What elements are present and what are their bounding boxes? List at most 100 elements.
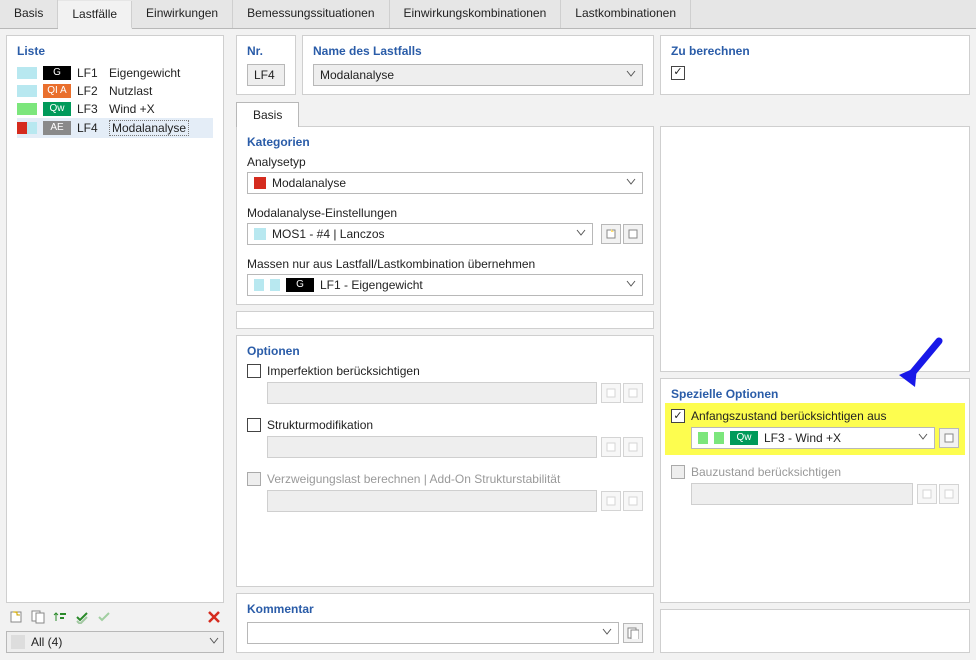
calculate-panel: Zu berechnen <box>660 35 970 95</box>
tab-bemessungssituationen[interactable]: Bemessungssituationen <box>233 0 389 28</box>
tab-einwirkungen[interactable]: Einwirkungen <box>132 0 233 28</box>
optionen-title: Optionen <box>247 344 643 358</box>
analysetyp-value: Modalanalyse <box>272 176 346 190</box>
loadcase-id: LF1 <box>77 66 103 80</box>
new-button[interactable] <box>6 607 26 627</box>
spezielle-title: Spezielle Optionen <box>671 387 959 401</box>
edit-button <box>623 437 643 457</box>
filter-label: All (4) <box>31 635 62 649</box>
mass-source-select[interactable]: G LF1 - Eigengewicht <box>247 274 643 296</box>
chevron-down-icon <box>602 626 612 640</box>
construction-stage-checkbox <box>671 465 685 479</box>
structure-mod-select <box>267 436 597 458</box>
list-item[interactable]: G LF1 Eigengewicht <box>17 64 213 82</box>
name-panel: Name des Lastfalls Modalanalyse <box>302 35 654 95</box>
chevron-down-icon <box>626 176 636 190</box>
swatch-icon <box>17 85 27 97</box>
kommentar-edit-button[interactable] <box>623 623 643 643</box>
list-title: Liste <box>17 44 213 58</box>
list-item[interactable]: AE LF4 Modalanalyse <box>17 118 213 138</box>
calculate-checkbox[interactable] <box>671 66 685 80</box>
top-tab-bar: Basis Lastfälle Einwirkungen Bemessungss… <box>0 0 976 29</box>
kategorien-panel: Kategorien Analysetyp Modalanalyse Modal… <box>236 126 654 305</box>
new-button <box>601 491 621 511</box>
uncheck-all-button[interactable] <box>94 607 114 627</box>
new-button <box>601 383 621 403</box>
swatch-icon <box>27 67 37 79</box>
category-badge: G <box>43 66 71 80</box>
new-settings-button[interactable] <box>601 224 621 244</box>
new-button <box>601 437 621 457</box>
chevron-down-icon <box>626 68 636 82</box>
structure-mod-checkbox[interactable] <box>247 418 261 432</box>
sort-button[interactable] <box>50 607 70 627</box>
delete-button[interactable] <box>204 607 224 627</box>
spezielle-panel: Spezielle Optionen Anfangszustand berück… <box>660 378 970 603</box>
swatch-icon <box>270 279 280 291</box>
calculate-title: Zu berechnen <box>671 44 959 58</box>
list-item[interactable]: Qw LF3 Wind +X <box>17 100 213 118</box>
loadcase-name-select[interactable]: Modalanalyse <box>313 64 643 86</box>
modal-settings-label: Modalanalyse-Einstellungen <box>247 206 643 220</box>
inner-tab-basis[interactable]: Basis <box>236 102 299 127</box>
tab-einwirkungskombinationen[interactable]: Einwirkungskombinationen <box>390 0 562 28</box>
new-button <box>917 484 937 504</box>
swatch-icon <box>698 432 708 444</box>
kommentar-select[interactable] <box>247 622 619 644</box>
list-toolbar <box>6 603 224 631</box>
swatch-icon <box>27 103 37 115</box>
chevron-down-icon <box>576 227 586 241</box>
kategorien-title: Kategorien <box>247 135 643 149</box>
loadcase-name: Eigengewicht <box>109 66 180 80</box>
mass-label: Massen nur aus Lastfall/Lastkombination … <box>247 257 643 271</box>
swatch-icon <box>714 432 724 444</box>
category-badge: Qw <box>43 102 71 116</box>
initial-state-checkbox[interactable] <box>671 409 685 423</box>
mass-value: LF1 - Eigengewicht <box>320 278 423 292</box>
highlighted-option: Anfangszustand berücksichtigen aus Qw LF… <box>665 403 965 455</box>
inner-tab-bar: Basis <box>236 101 970 126</box>
tab-basis[interactable]: Basis <box>0 0 58 28</box>
initial-state-value: LF3 - Wind +X <box>764 431 841 445</box>
nr-title: Nr. <box>247 44 285 58</box>
swatch-icon <box>27 122 37 134</box>
spacer-panel <box>236 311 654 329</box>
chevron-down-icon <box>209 635 219 649</box>
edit-settings-button[interactable] <box>623 224 643 244</box>
check-all-button[interactable] <box>72 607 92 627</box>
buckling-select <box>267 490 597 512</box>
loadcase-id: LF3 <box>77 102 103 116</box>
analysetyp-select[interactable]: Modalanalyse <box>247 172 643 194</box>
swatch-icon <box>254 279 264 291</box>
initial-state-select[interactable]: Qw LF3 - Wind +X <box>691 427 935 449</box>
color-swatch-icon <box>254 228 266 240</box>
edit-button <box>939 484 959 504</box>
filter-select[interactable]: All (4) <box>6 631 224 653</box>
modal-settings-select[interactable]: MOS1 - #4 | Lanczos <box>247 223 593 245</box>
buckling-checkbox <box>247 472 261 486</box>
swatch-icon <box>17 103 27 115</box>
edit-initial-state-button[interactable] <box>939 428 959 448</box>
list-body: G LF1 Eigengewicht QI A LF2 Nutzlast <box>17 64 213 594</box>
filter-icon <box>11 635 25 649</box>
construction-stage-select <box>691 483 913 505</box>
copy-button[interactable] <box>28 607 48 627</box>
tab-lastkombinationen[interactable]: Lastkombinationen <box>561 0 691 28</box>
analysetyp-label: Analysetyp <box>247 155 643 169</box>
imperfection-select <box>267 382 597 404</box>
imperfection-checkbox[interactable] <box>247 364 261 378</box>
list-item[interactable]: QI A LF2 Nutzlast <box>17 82 213 100</box>
color-swatch-icon <box>254 177 266 189</box>
category-badge: QI A <box>43 84 71 98</box>
empty-lower-panel <box>660 609 970 653</box>
tab-lastfaelle[interactable]: Lastfälle <box>58 1 132 29</box>
category-badge: G <box>286 278 314 292</box>
empty-upper-panel <box>660 126 970 372</box>
edit-button <box>623 491 643 511</box>
loadcase-name: Wind +X <box>109 102 155 116</box>
swatch-icon <box>27 85 37 97</box>
category-badge: AE <box>43 121 71 135</box>
name-title: Name des Lastfalls <box>313 44 643 58</box>
swatch-icon <box>17 122 27 134</box>
swatch-icon <box>17 67 27 79</box>
